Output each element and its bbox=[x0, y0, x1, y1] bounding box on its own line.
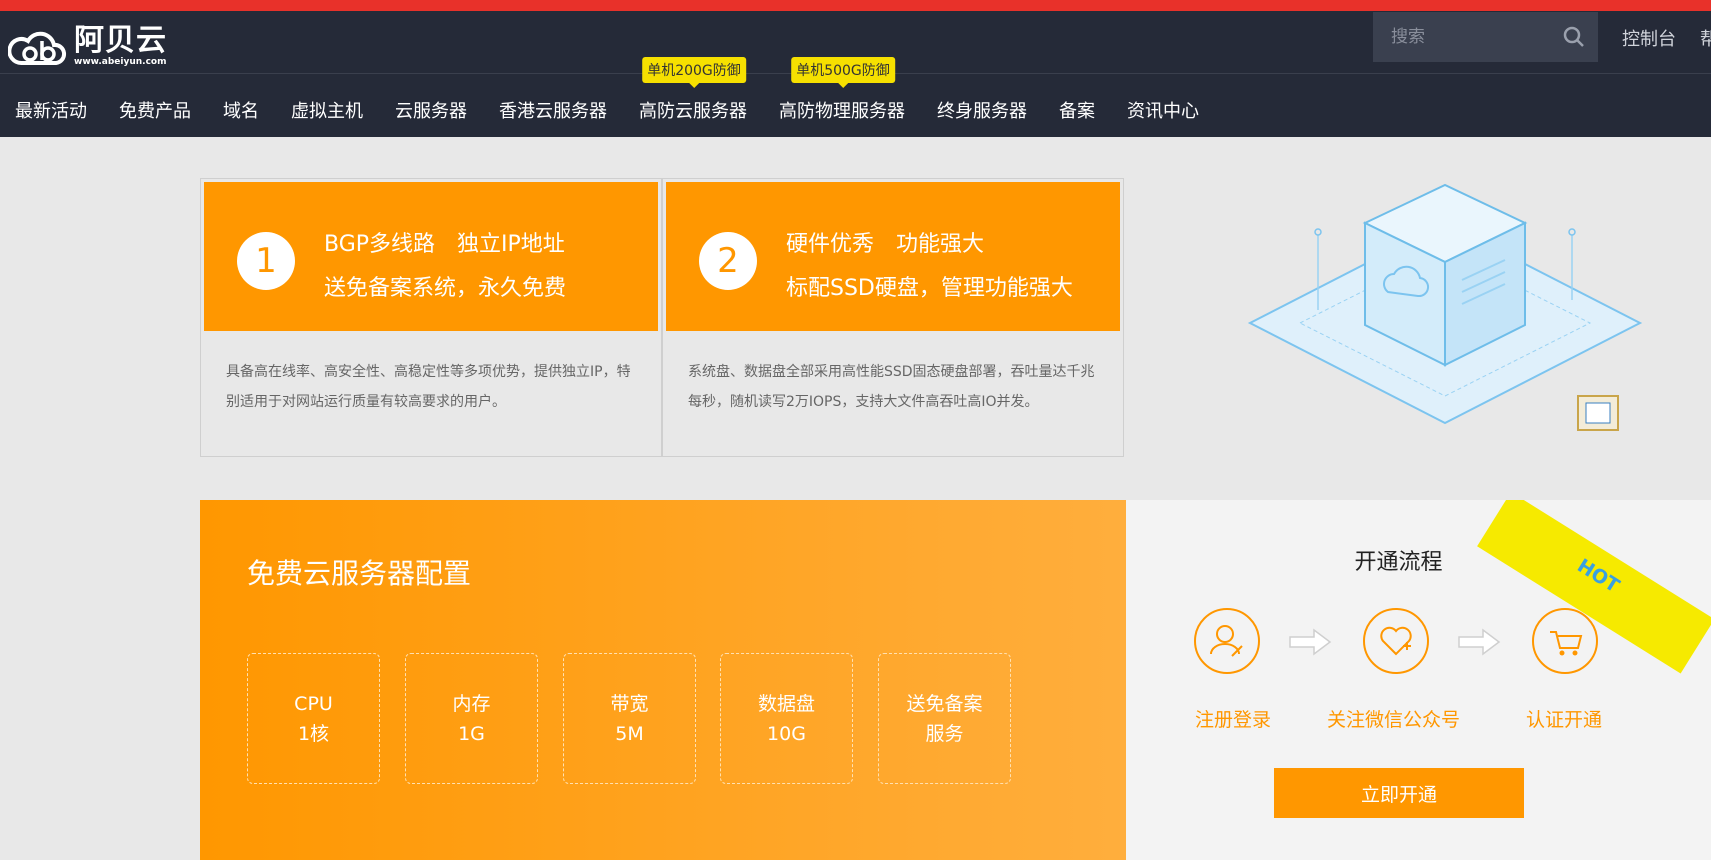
heart-follow-icon bbox=[1363, 608, 1429, 674]
search-icon[interactable] bbox=[1562, 25, 1586, 49]
free-config-panel: 免费云服务器配置 CPU 1核 内存 1G 带宽 5M 数据盘 10G 送免备案 服务 bbox=[200, 500, 1126, 860]
site-header: 阿贝云 www.abeiyun.com 控制台 帮 最新活动 免费产品 域名 虚… bbox=[0, 11, 1711, 137]
feature-card-1: 1 BGP多线路 独立IP地址 送免备案系统，永久免费 具备高在线率、高安全性、… bbox=[200, 178, 662, 457]
cart-verify-icon bbox=[1532, 608, 1598, 674]
open-now-button[interactable]: 立即开通 bbox=[1274, 768, 1524, 818]
step-label-follow-wechat: 关注微信公众号 bbox=[1327, 709, 1461, 731]
arrow-right-icon bbox=[1458, 628, 1501, 656]
main-nav: 最新活动 免费产品 域名 虚拟主机 云服务器 香港云服务器 高防云服务器 单机2… bbox=[0, 57, 1216, 134]
top-accent-strip bbox=[0, 0, 1711, 11]
feature-line-2: 送免备案系统，永久免费 bbox=[324, 276, 567, 301]
nav-badge-200g: 单机200G防御 bbox=[642, 57, 746, 88]
nav-item-hk-cloud-server[interactable]: 香港云服务器 bbox=[484, 97, 624, 123]
cloud-logo-icon bbox=[8, 31, 66, 65]
feature-line-2: 标配SSD硬盘，管理功能强大 bbox=[786, 276, 1073, 301]
search-input[interactable] bbox=[1373, 12, 1553, 62]
feature-card-header: 1 BGP多线路 独立IP地址 送免备案系统，永久免费 bbox=[204, 182, 658, 331]
step-label-register: 注册登录 bbox=[1195, 709, 1272, 731]
user-register-icon bbox=[1194, 608, 1260, 674]
nav-item-cloud-server[interactable]: 云服务器 bbox=[380, 97, 484, 123]
nav-item-virtual-host[interactable]: 虚拟主机 bbox=[276, 97, 380, 123]
spec-bandwidth: 带宽 5M bbox=[563, 653, 696, 784]
feature-number: 2 bbox=[699, 232, 757, 290]
feature-description: 系统盘、数据盘全部采用高性能SSD固态硬盘部署，吞吐量达千兆每秒，随机读写2万I… bbox=[688, 364, 1095, 410]
process-panel: HOT 开通流程 注册登录 关注微信公众号 认证开通 立即开通 bbox=[1126, 500, 1711, 860]
feature-card-header: 2 硬件优秀 功能强大 标配SSD硬盘，管理功能强大 bbox=[666, 182, 1120, 331]
nav-item-latest[interactable]: 最新活动 bbox=[0, 97, 104, 123]
nav-item-free-products[interactable]: 免费产品 bbox=[104, 97, 208, 123]
feature-line-1: BGP多线路 独立IP地址 bbox=[324, 232, 565, 257]
process-title: 开通流程 bbox=[1354, 550, 1443, 575]
spec-cpu: CPU 1核 bbox=[247, 653, 380, 784]
feature-card-2: 2 硬件优秀 功能强大 标配SSD硬盘，管理功能强大 系统盘、数据盘全部采用高性… bbox=[662, 178, 1124, 457]
logo-name: 阿贝云 bbox=[74, 23, 167, 58]
step-label-verify: 认证开通 bbox=[1526, 709, 1603, 731]
feature-line-1: 硬件优秀 功能强大 bbox=[786, 232, 985, 257]
feature-number: 1 bbox=[237, 232, 295, 290]
nav-badge-500g: 单机500G防御 bbox=[791, 57, 895, 88]
spec-beian-service: 送免备案 服务 bbox=[878, 653, 1011, 784]
nav-item-news[interactable]: 资讯中心 bbox=[1112, 97, 1216, 123]
cloud-server-illustration bbox=[1247, 183, 1643, 431]
logo-url: www.abeiyun.com bbox=[74, 57, 167, 67]
nav-item-beian[interactable]: 备案 bbox=[1044, 97, 1112, 123]
spec-memory: 内存 1G bbox=[405, 653, 538, 784]
feature-description: 具备高在线率、高安全性、高稳定性等多项优势，提供独立IP，特别适用于对网站运行质… bbox=[226, 364, 631, 410]
site-logo[interactable]: 阿贝云 www.abeiyun.com bbox=[8, 25, 167, 69]
nav-item-ddos-physical-server[interactable]: 高防物理服务器 单机500G防御 bbox=[764, 57, 922, 123]
help-link[interactable]: 帮 bbox=[1700, 25, 1711, 51]
config-title: 免费云服务器配置 bbox=[247, 557, 472, 590]
console-link[interactable]: 控制台 bbox=[1622, 25, 1676, 51]
arrow-right-icon bbox=[1289, 628, 1332, 656]
search-box bbox=[1373, 12, 1598, 62]
nav-item-ddos-cloud-server[interactable]: 高防云服务器 单机200G防御 bbox=[624, 57, 764, 123]
spec-data-disk: 数据盘 10G bbox=[720, 653, 853, 784]
nav-item-lifetime-server[interactable]: 终身服务器 bbox=[922, 97, 1044, 123]
nav-item-domain[interactable]: 域名 bbox=[208, 97, 276, 123]
